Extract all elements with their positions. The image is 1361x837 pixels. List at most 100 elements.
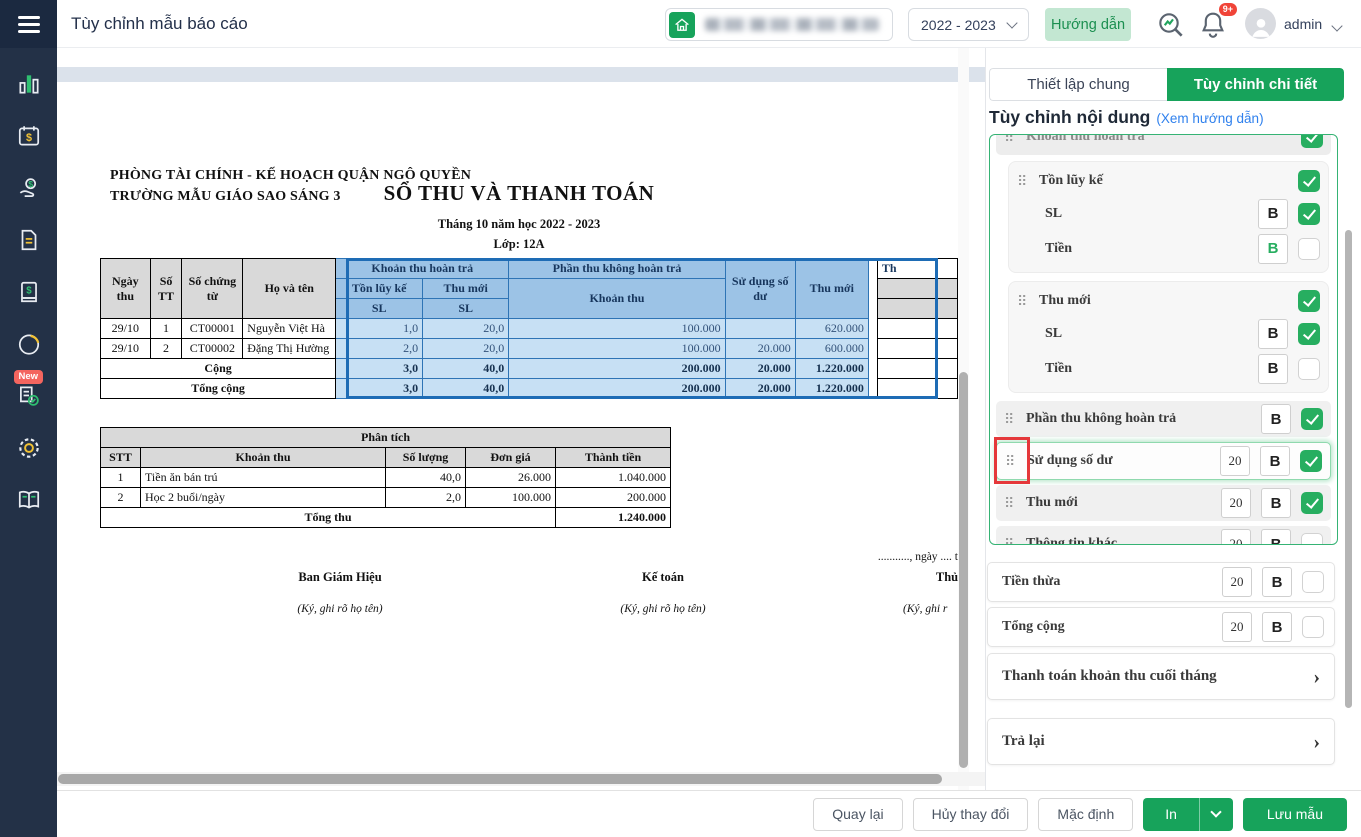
- bold-toggle-button[interactable]: B: [1262, 612, 1292, 642]
- visibility-checkbox[interactable]: [1301, 492, 1323, 514]
- item-tien-thua[interactable]: Tiền thừa B: [987, 562, 1335, 602]
- sidebar-item-documents[interactable]: [12, 224, 46, 256]
- visibility-checkbox[interactable]: [1301, 533, 1323, 545]
- sidebar-item-reports[interactable]: [12, 328, 46, 360]
- drag-handle-icon[interactable]: ⠿: [1005, 454, 1027, 468]
- discard-changes-button[interactable]: Hủy thay đổi: [913, 798, 1029, 831]
- guide-button[interactable]: Hướng dẫn: [1045, 8, 1131, 41]
- bold-toggle-button[interactable]: B: [1261, 404, 1291, 434]
- drag-handle-icon[interactable]: ⠿: [1004, 537, 1026, 545]
- hamburger-menu-icon[interactable]: [0, 0, 57, 48]
- content-items-container: ⠿ Khoản thu hoàn trả ⠿ Tồn lũy kế SL B T…: [989, 134, 1338, 545]
- bold-toggle-button[interactable]: B: [1258, 354, 1288, 384]
- sidebar-item-guide-book[interactable]: [12, 484, 46, 516]
- drag-handle-icon[interactable]: ⠿: [1004, 134, 1026, 144]
- print-button[interactable]: In: [1143, 806, 1199, 822]
- bold-toggle-button[interactable]: B: [1261, 488, 1291, 518]
- item-thong-tin-khac[interactable]: ⠿ Thông tin khác B: [996, 526, 1331, 545]
- item-tong-cong[interactable]: Tổng cộng B: [987, 607, 1335, 647]
- view-guide-link[interactable]: (Xem hướng dẫn): [1156, 111, 1263, 126]
- vertical-scroll-thumb[interactable]: [959, 372, 968, 768]
- avatar[interactable]: [1245, 8, 1276, 39]
- report-class-line: Lớp: 12A: [493, 237, 544, 251]
- user-menu-chevron-icon[interactable]: [1329, 12, 1345, 44]
- visibility-checkbox[interactable]: [1302, 616, 1324, 638]
- visibility-checkbox[interactable]: [1301, 408, 1323, 430]
- visibility-checkbox[interactable]: [1298, 238, 1320, 260]
- home-icon[interactable]: [669, 12, 695, 38]
- font-size-input[interactable]: [1222, 567, 1252, 597]
- visibility-checkbox[interactable]: [1301, 134, 1323, 148]
- hand-coin-icon: $: [16, 175, 42, 201]
- bold-toggle-button[interactable]: B: [1258, 199, 1288, 229]
- signature-block: Thủ (Ký, ghi r: [847, 570, 958, 615]
- panel-scrollbar[interactable]: [1345, 230, 1352, 708]
- sidebar-item-report-templates[interactable]: New: [12, 380, 46, 412]
- tab-detail-customize[interactable]: Tùy chỉnh chi tiết: [1167, 68, 1344, 101]
- bold-toggle-button[interactable]: B: [1258, 234, 1288, 264]
- document-icon: [16, 227, 42, 253]
- chevron-right-icon: ›: [1313, 667, 1320, 687]
- sidebar-item-fee-calendar[interactable]: $: [12, 120, 46, 152]
- bold-toggle-button[interactable]: B: [1260, 446, 1290, 476]
- sidebar-item-collect-money[interactable]: $: [12, 172, 46, 204]
- analysis-table: Phân tích STT Khoản thu Số lượng Đơn giá…: [100, 427, 671, 528]
- grand-total-row: Tổng cộng 3,0 40,0 200.000 20.000 1.220.…: [101, 379, 958, 399]
- visibility-checkbox[interactable]: [1300, 450, 1322, 472]
- table-row: 29/10 2 CT00002 Đặng Thị Hường 2,0 20,0 …: [101, 339, 958, 359]
- visibility-checkbox[interactable]: [1302, 571, 1324, 593]
- save-template-button[interactable]: Lưu mẫu: [1243, 798, 1347, 831]
- report-preview-area: PHÒNG TÀI CHÍNH - KẾ HOẠCH QUẬN NGÔ QUYỀ…: [57, 48, 985, 790]
- stats-search-button[interactable]: [1155, 9, 1187, 41]
- report-subtitle: Tháng 10 năm học 2022 - 2023: [438, 217, 601, 231]
- sidebar-item-settings[interactable]: [12, 432, 46, 464]
- visibility-checkbox[interactable]: [1298, 323, 1320, 345]
- school-year-select[interactable]: 2022 - 2023: [908, 8, 1029, 41]
- drag-handle-icon[interactable]: ⠿: [1017, 294, 1039, 308]
- visibility-checkbox[interactable]: [1298, 203, 1320, 225]
- visibility-checkbox[interactable]: [1298, 358, 1320, 380]
- back-button[interactable]: Quay lại: [813, 798, 902, 831]
- font-size-input[interactable]: [1221, 488, 1251, 518]
- bold-toggle-button[interactable]: B: [1261, 529, 1291, 545]
- pie-chart-icon: [16, 331, 42, 357]
- document-horizontal-scrollbar[interactable]: [57, 772, 985, 786]
- horizontal-scroll-thumb[interactable]: [58, 774, 942, 784]
- item-su-dung-so-du[interactable]: ⠿ Sử dụng số dư B: [996, 442, 1331, 480]
- chevron-right-icon: ›: [1313, 732, 1320, 752]
- visibility-checkbox[interactable]: [1298, 290, 1320, 312]
- sub-item-tien: Tiền B: [1017, 351, 1320, 386]
- drag-handle-icon[interactable]: ⠿: [1004, 496, 1026, 510]
- default-button[interactable]: Mặc định: [1038, 798, 1133, 831]
- group-thu-moi: ⠿ Thu mới SL B Tiền B: [1008, 281, 1329, 393]
- visibility-checkbox[interactable]: [1298, 170, 1320, 192]
- school-search-input[interactable]: [665, 8, 893, 41]
- blurred-school-name: [705, 18, 879, 31]
- drag-handle-icon[interactable]: ⠿: [1017, 174, 1039, 188]
- report-page: PHÒNG TÀI CHÍNH - KẾ HOẠCH QUẬN NGÔ QUYỀ…: [57, 48, 958, 790]
- item-khoan-thu-hoan-tra[interactable]: ⠿ Khoản thu hoàn trả: [996, 134, 1331, 155]
- item-thu-moi[interactable]: ⠿ Thu mới B: [996, 485, 1331, 521]
- top-header: Tùy chỉnh mẫu báo cáo 2022 - 2023 Hướng …: [57, 0, 1361, 48]
- notifications-button[interactable]: 9+: [1197, 9, 1229, 41]
- sidebar-item-cash-book[interactable]: $: [12, 276, 46, 308]
- sidebar-item-dashboard[interactable]: [12, 68, 46, 100]
- print-dropdown-button[interactable]: [1200, 812, 1233, 816]
- font-size-input[interactable]: [1220, 446, 1250, 476]
- print-split-button[interactable]: In: [1143, 798, 1233, 831]
- font-size-input[interactable]: [1221, 529, 1251, 545]
- item-phan-thu-khong-hoan-tra[interactable]: ⠿ Phần thu không hoàn trả B: [996, 401, 1331, 437]
- drag-handle-icon[interactable]: ⠿: [1004, 412, 1026, 426]
- person-icon: [1248, 13, 1274, 39]
- bold-toggle-button[interactable]: B: [1258, 319, 1288, 349]
- tab-general-settings[interactable]: Thiết lập chung: [989, 68, 1167, 101]
- document-vertical-scrollbar[interactable]: [958, 48, 969, 790]
- svg-text:$: $: [25, 132, 31, 144]
- bold-toggle-button[interactable]: B: [1262, 567, 1292, 597]
- nav-tra-lai[interactable]: Trả lại ›: [987, 718, 1335, 765]
- font-size-input[interactable]: [1222, 612, 1252, 642]
- username-label[interactable]: admin: [1284, 16, 1322, 32]
- nav-thanh-toan-cuoi-thang[interactable]: Thanh toán khoản thu cuối tháng ›: [987, 653, 1335, 700]
- signature-block: Kế toán (Ký, ghi rõ họ tên): [543, 570, 783, 615]
- page-title: Tùy chỉnh mẫu báo cáo: [71, 14, 248, 34]
